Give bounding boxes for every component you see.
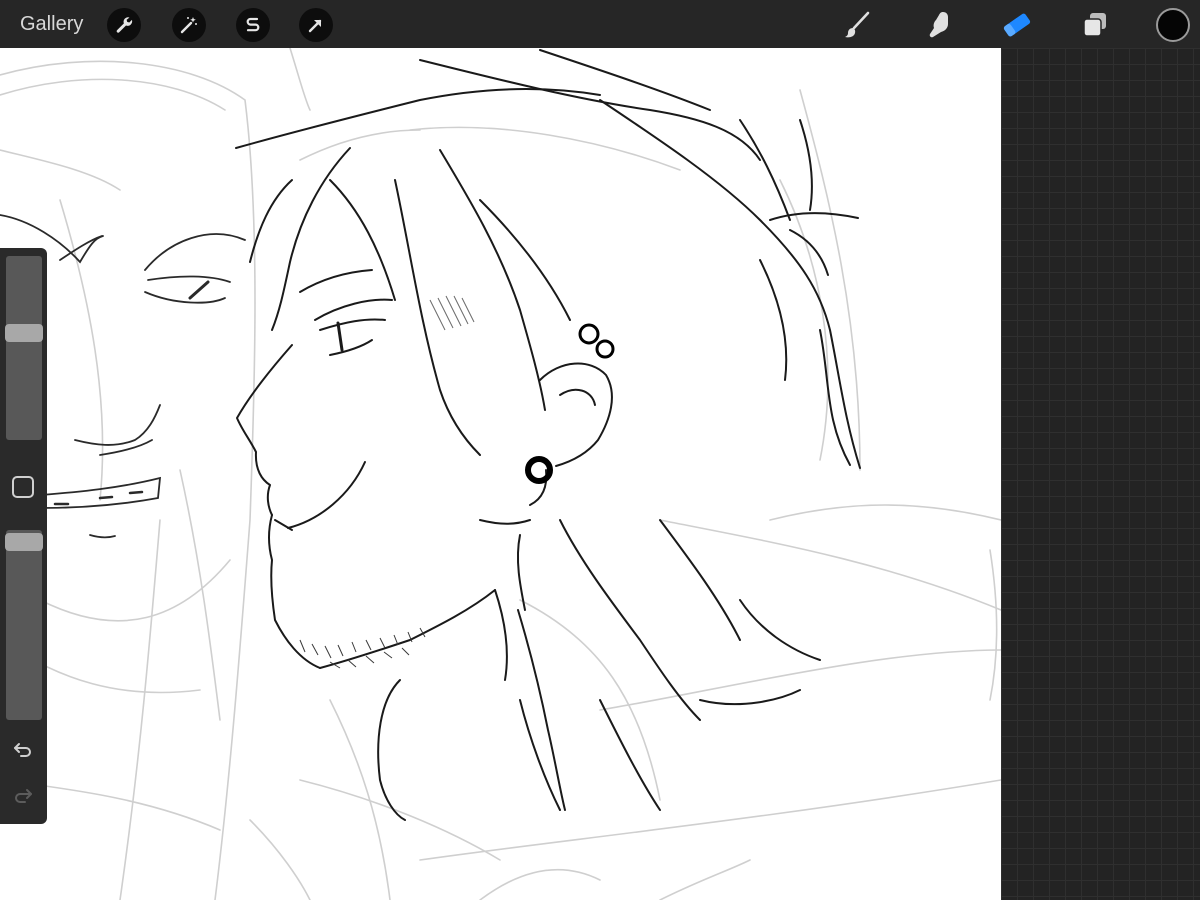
undo-arrow-icon	[14, 743, 31, 757]
main-character-lineart	[235, 49, 861, 821]
sketch-artwork	[0, 48, 1001, 900]
procreate-app: Gallery	[0, 0, 1200, 900]
brush-opacity-thumb[interactable]	[5, 533, 43, 551]
beard-shading	[299, 627, 426, 669]
adjustments-button[interactable]	[172, 8, 206, 42]
drawing-canvas[interactable]	[0, 48, 1001, 900]
brush-tool[interactable]	[838, 6, 876, 44]
blush-hatching	[429, 295, 475, 331]
brush-size-thumb[interactable]	[5, 324, 43, 342]
redo-arrow-icon	[15, 789, 32, 803]
selection-s-icon	[246, 17, 260, 32]
layers-button[interactable]	[1076, 6, 1114, 44]
selection-button[interactable]	[236, 8, 270, 42]
sketch-lines	[0, 48, 1001, 900]
magic-wand-icon	[180, 17, 197, 34]
earrings	[525, 323, 615, 484]
smudge-finger-icon	[929, 12, 948, 38]
actions-button[interactable]	[107, 8, 141, 42]
brush-icon	[845, 11, 870, 38]
arrow-cursor-icon	[308, 19, 322, 33]
transform-button[interactable]	[299, 8, 333, 42]
brush-sidebar	[0, 248, 47, 824]
workspace-background	[1001, 48, 1200, 900]
brush-opacity-slider[interactable]	[5, 530, 43, 720]
layers-icon	[1083, 13, 1106, 37]
eraser-tool[interactable]	[998, 6, 1036, 44]
color-picker-button[interactable]	[1156, 8, 1190, 42]
brush-size-slider[interactable]	[5, 256, 43, 440]
redo-button[interactable]	[10, 782, 36, 808]
gallery-button[interactable]: Gallery	[20, 12, 83, 36]
top-toolbar: Gallery	[0, 0, 1200, 48]
wrench-icon	[116, 17, 133, 33]
smudge-tool[interactable]	[920, 6, 958, 44]
undo-button[interactable]	[10, 736, 36, 762]
modify-button[interactable]	[12, 476, 34, 498]
eraser-icon	[1003, 13, 1031, 37]
